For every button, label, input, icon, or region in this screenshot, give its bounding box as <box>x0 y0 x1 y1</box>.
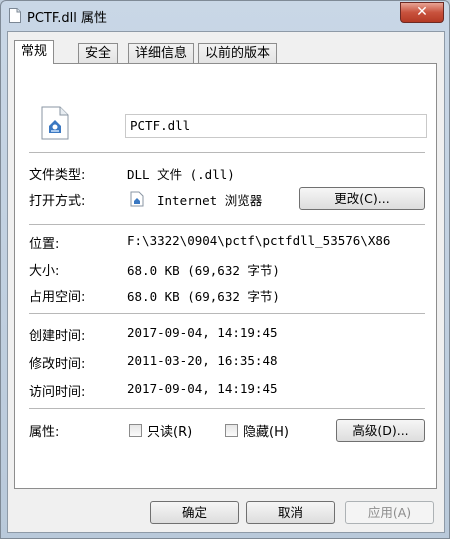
tab-general[interactable]: 常规 <box>14 40 55 64</box>
apply-button[interactable]: 应用(A) <box>345 501 434 524</box>
change-button[interactable]: 更改(C)... <box>299 187 425 210</box>
file-type-label: 文件类型: <box>29 168 86 183</box>
separator <box>29 224 425 225</box>
separator <box>29 313 425 314</box>
readonly-label[interactable]: 只读(R) <box>147 421 192 440</box>
modified-value: 2011-03-20, 16:35:48 <box>127 353 278 368</box>
size-label: 大小: <box>29 264 60 279</box>
file-type-value: DLL 文件 (.dll) <box>127 167 235 182</box>
attributes-label: 属性: <box>29 425 60 440</box>
dll-file-icon <box>41 106 69 140</box>
document-icon <box>9 8 21 23</box>
file-name-field[interactable]: PCTF.dll <box>125 114 427 138</box>
accessed-value: 2017-09-04, 14:19:45 <box>127 381 278 396</box>
size-value: 68.0 KB (69,632 字节) <box>127 263 280 278</box>
hidden-label[interactable]: 隐藏(H) <box>243 421 289 440</box>
tab-security[interactable]: 安全 <box>78 43 119 63</box>
accessed-label: 访问时间: <box>29 385 86 400</box>
advanced-button[interactable]: 高级(D)... <box>336 419 425 442</box>
separator <box>29 152 425 153</box>
size-on-disk-label: 占用空间: <box>29 290 86 305</box>
separator <box>29 408 425 409</box>
location-label: 位置: <box>29 237 60 252</box>
open-with-label: 打开方式: <box>29 194 86 209</box>
created-value: 2017-09-04, 14:19:45 <box>127 325 278 340</box>
tab-previous-versions[interactable]: 以前的版本 <box>198 43 278 63</box>
modified-label: 修改时间: <box>29 357 86 372</box>
readonly-checkbox[interactable] <box>129 424 142 437</box>
ok-button[interactable]: 确定 <box>150 501 239 524</box>
application-icon <box>130 191 144 207</box>
created-label: 创建时间: <box>29 329 86 344</box>
tab-details[interactable]: 详细信息 <box>128 43 195 63</box>
hidden-checkbox[interactable] <box>225 424 238 437</box>
size-on-disk-value: 68.0 KB (69,632 字节) <box>127 289 280 304</box>
title-bar[interactable]: PCTF.dll 属性 ✕ <box>1 1 449 31</box>
location-value: F:\3322\0904\pctf\pctfdll_53576\X86 <box>127 233 391 248</box>
open-with-value: Internet 浏览器 <box>157 193 263 208</box>
dialog-client: 常规 安全 详细信息 以前的版本 PCTF.dll 文件类型: DLL 文件 (… <box>7 31 445 533</box>
close-button[interactable]: ✕ <box>400 2 444 23</box>
cancel-button[interactable]: 取消 <box>246 501 335 524</box>
general-panel: PCTF.dll 文件类型: DLL 文件 (.dll) 打开方式: Inter… <box>14 63 437 489</box>
properties-window: PCTF.dll 属性 ✕ 常规 安全 详细信息 以前的版本 PCTF.dll … <box>0 0 450 539</box>
window-title: PCTF.dll 属性 <box>27 11 107 26</box>
